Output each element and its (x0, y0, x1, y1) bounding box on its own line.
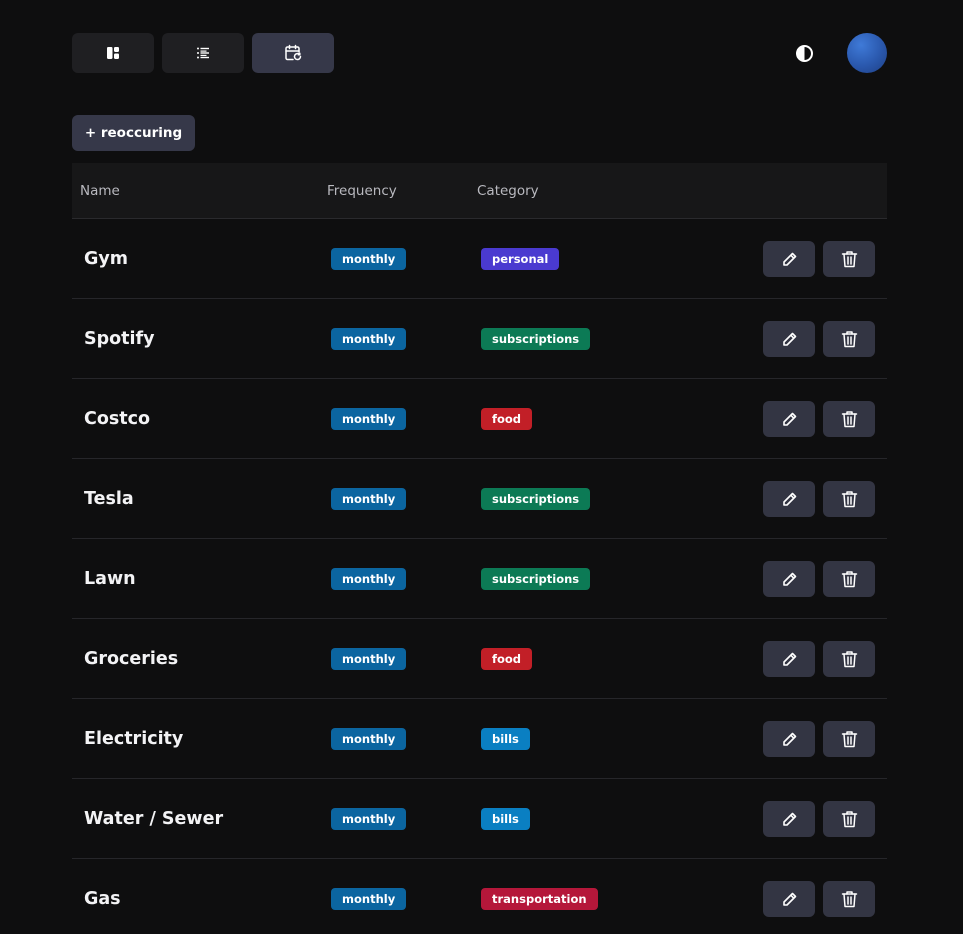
pencil-icon (781, 411, 798, 428)
app: + reoccuring Name Frequency Category Gym… (0, 0, 963, 934)
edit-button[interactable] (763, 561, 815, 597)
edit-button[interactable] (763, 801, 815, 837)
delete-button[interactable] (823, 401, 875, 437)
theme-toggle-button[interactable] (795, 44, 814, 63)
delete-button[interactable] (823, 801, 875, 837)
reoccuring-table: Name Frequency Category Gym monthly person… (72, 163, 887, 934)
category-badge: bills (481, 728, 530, 750)
trash-icon (841, 730, 858, 748)
frequency-badge: monthly (331, 648, 407, 670)
trash-icon (841, 410, 858, 428)
pencil-icon (781, 491, 798, 508)
frequency-badge: monthly (331, 328, 407, 350)
header-name: Name (80, 182, 120, 199)
frequency-badge: monthly (331, 488, 407, 510)
delete-button[interactable] (823, 481, 875, 517)
category-badge: subscriptions (481, 488, 591, 510)
row-name: Gas (84, 889, 121, 909)
edit-button[interactable] (763, 321, 815, 357)
row-name: Lawn (84, 569, 136, 589)
category-badge: subscriptions (481, 328, 591, 350)
pencil-icon (781, 891, 798, 908)
edit-button[interactable] (763, 481, 815, 517)
table-body: Gym monthly personal Spotify monthly subscrip… (72, 219, 887, 934)
row-name: Tesla (84, 489, 134, 509)
row-name: Spotify (84, 329, 155, 349)
trash-icon (841, 570, 858, 588)
pencil-icon (781, 811, 798, 828)
dashboard-view-button[interactable] (72, 33, 154, 73)
pencil-icon (781, 331, 798, 348)
add-reoccuring-button[interactable]: + reoccuring (72, 115, 195, 151)
table-row: Costco monthly food (72, 379, 887, 459)
edit-button[interactable] (763, 881, 815, 917)
table-row: Water / Sewer monthly bills (72, 779, 887, 859)
header-category: Category (477, 182, 539, 199)
trash-icon (841, 810, 858, 828)
category-badge: transportation (481, 888, 598, 910)
edit-button[interactable] (763, 721, 815, 757)
category-badge: subscriptions (481, 568, 591, 590)
pencil-icon (781, 731, 798, 748)
list-icon (197, 47, 209, 59)
contrast-icon (796, 45, 813, 62)
view-switcher (72, 33, 334, 73)
header-frequency: Frequency (327, 182, 397, 199)
edit-button[interactable] (763, 641, 815, 677)
list-view-button[interactable] (162, 33, 244, 73)
delete-button[interactable] (823, 241, 875, 277)
trash-icon (841, 490, 858, 508)
table-row: Gas monthly transportation (72, 859, 887, 934)
delete-button[interactable] (823, 881, 875, 917)
table-row: Gym monthly personal (72, 219, 887, 299)
trash-icon (841, 890, 858, 908)
delete-button[interactable] (823, 561, 875, 597)
frequency-badge: monthly (331, 568, 407, 590)
trash-icon (841, 250, 858, 268)
row-name: Water / Sewer (84, 809, 224, 829)
row-name: Groceries (84, 649, 179, 669)
delete-button[interactable] (823, 721, 875, 757)
category-badge: personal (481, 248, 560, 270)
table-row: Groceries monthly food (72, 619, 887, 699)
trash-icon (841, 650, 858, 668)
frequency-badge: monthly (331, 888, 407, 910)
table-header: Name Frequency Category (72, 163, 887, 219)
row-name: Gym (84, 249, 129, 269)
category-badge: food (481, 408, 533, 430)
pencil-icon (781, 571, 798, 588)
pencil-icon (781, 651, 798, 668)
delete-button[interactable] (823, 641, 875, 677)
trash-icon (841, 330, 858, 348)
frequency-badge: monthly (331, 728, 407, 750)
avatar[interactable] (847, 33, 887, 73)
calendar-repeat-icon (285, 44, 302, 61)
row-name: Electricity (84, 729, 184, 749)
table-row: Electricity monthly bills (72, 699, 887, 779)
category-badge: food (481, 648, 533, 670)
frequency-badge: monthly (331, 248, 407, 270)
frequency-badge: monthly (331, 808, 407, 830)
edit-button[interactable] (763, 241, 815, 277)
recurring-view-button[interactable] (252, 33, 334, 73)
pencil-icon (781, 251, 798, 268)
table-row: Tesla monthly subscriptions (72, 459, 887, 539)
category-badge: bills (481, 808, 530, 830)
dashboard-icon (107, 47, 119, 59)
table-row: Spotify monthly subscriptions (72, 299, 887, 379)
row-name: Costco (84, 409, 151, 429)
edit-button[interactable] (763, 401, 815, 437)
frequency-badge: monthly (331, 408, 407, 430)
delete-button[interactable] (823, 321, 875, 357)
table-row: Lawn monthly subscriptions (72, 539, 887, 619)
